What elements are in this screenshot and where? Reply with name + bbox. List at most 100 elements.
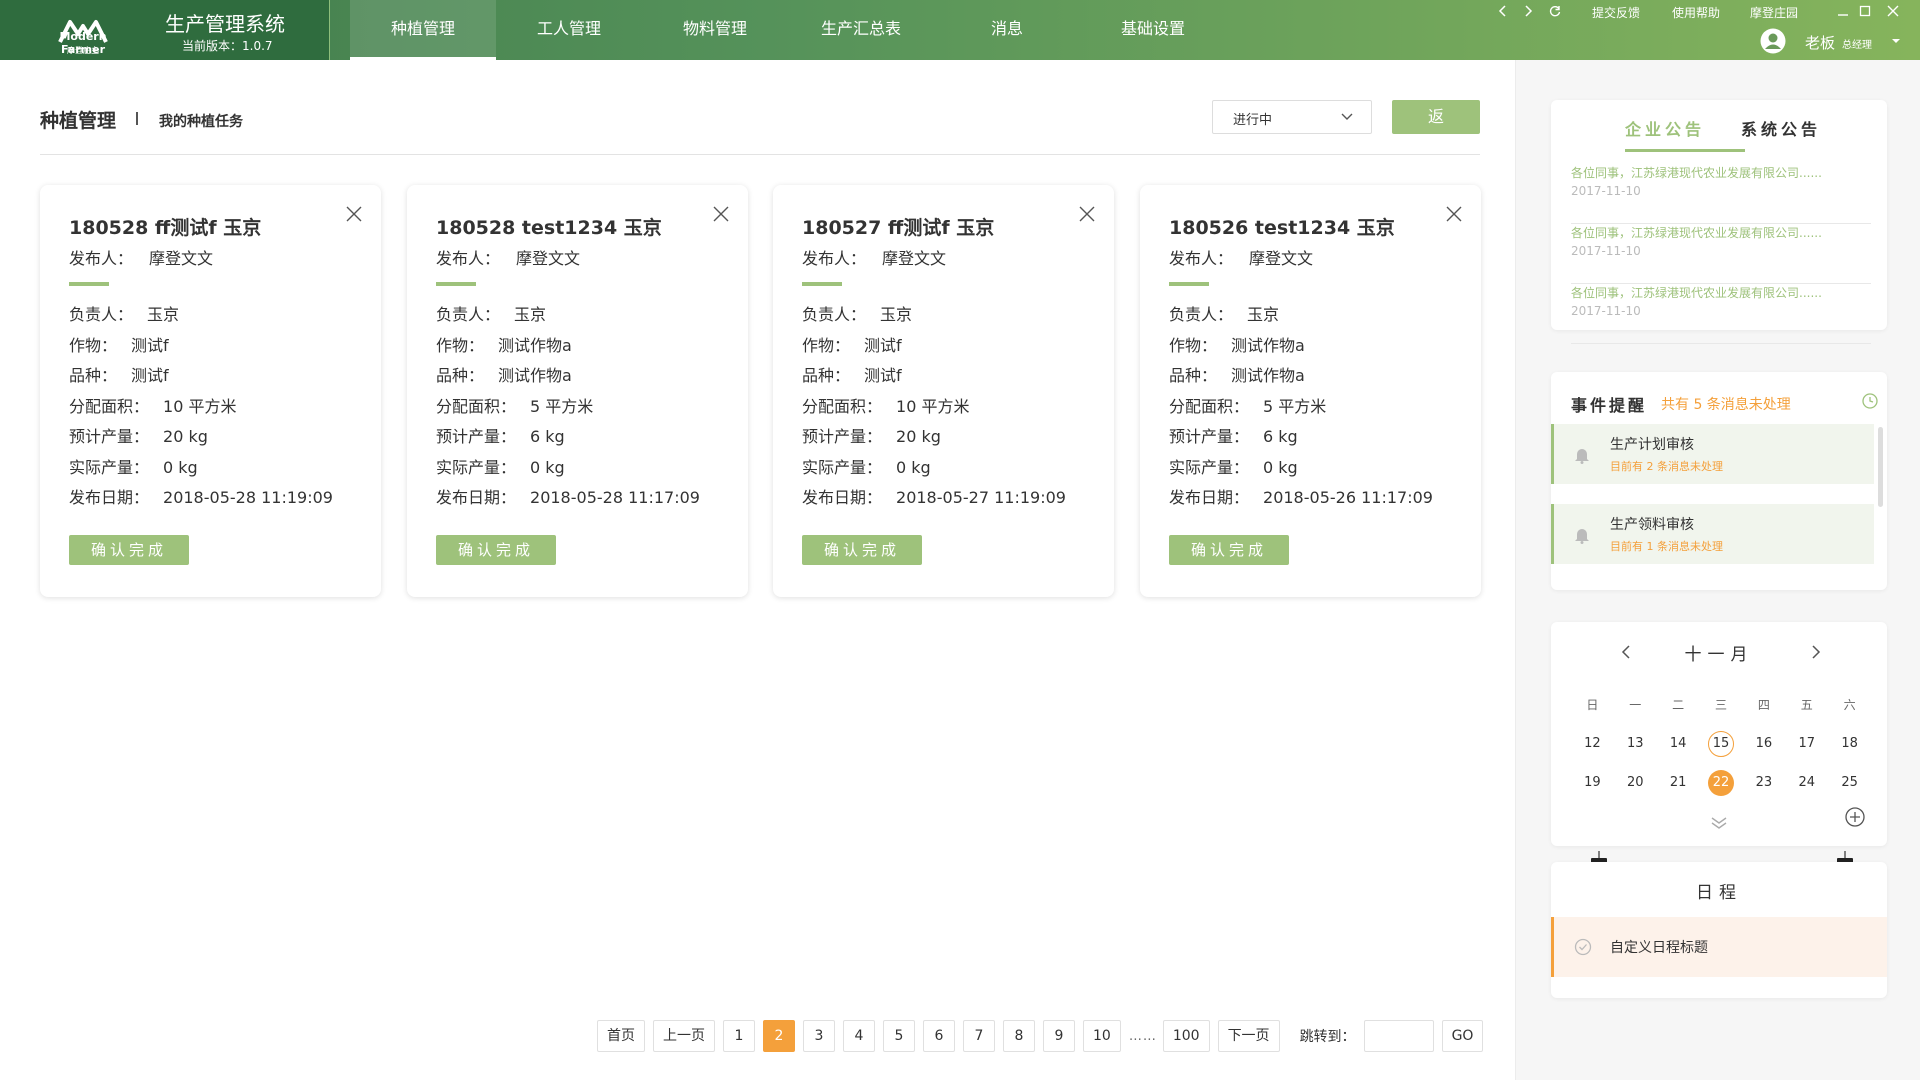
calendar-day[interactable]: 23 — [1742, 775, 1785, 790]
schedule-item[interactable]: 自定义日程标题 — [1551, 917, 1887, 977]
calendar-week-row: 19 20 21 22 23 24 25 — [1571, 763, 1871, 802]
status-filter-select[interactable]: 进行中 — [1212, 100, 1372, 134]
field-expected-yield: 预计产量： 20 kg — [69, 427, 208, 446]
field-expected-yield: 预计产量： 20 kg — [802, 427, 941, 446]
calendar-day[interactable]: 20 — [1614, 775, 1657, 790]
nav-workers[interactable]: 工人管理 — [496, 0, 642, 60]
nav-basic-settings[interactable]: 基础设置 — [1080, 0, 1226, 60]
event-reminder-panel: 事件提醒 共有 5 条消息未处理 生产计划审核 目前有 2 条消息未处理 生产领… — [1551, 372, 1887, 590]
card-title: 180528 ff测试f 玉京 — [69, 217, 262, 239]
calendar-day[interactable]: 18 — [1828, 736, 1871, 751]
page-button-1[interactable]: 1 — [723, 1020, 755, 1052]
add-circle-icon[interactable] — [1845, 807, 1865, 827]
field-crop: 作物： 测试f — [69, 335, 169, 355]
back-button[interactable]: 返 回 — [1392, 100, 1480, 160]
notice-date: 2017-11-10 — [1571, 244, 1641, 258]
calendar-day[interactable]: 19 — [1571, 775, 1614, 790]
notice-date: 2017-11-10 — [1571, 304, 1641, 318]
calendar-day[interactable]: 16 — [1742, 736, 1785, 751]
calendar-day[interactable]: 14 — [1657, 736, 1700, 751]
page-jump-input[interactable] — [1363, 1020, 1434, 1052]
page-button-9[interactable]: 9 — [1043, 1020, 1075, 1052]
weekday: 六 — [1843, 698, 1856, 712]
page-button-5[interactable]: 5 — [883, 1020, 915, 1052]
field-publish-date: 发布日期： 2018-05-26 11:17:09 — [1169, 488, 1433, 507]
nav-production-summary[interactable]: 生产汇总表 — [788, 0, 934, 60]
confirm-complete-button[interactable]: 确认完成 — [436, 535, 556, 565]
publisher-label: 发布人： — [69, 249, 134, 268]
event-item[interactable]: 生产计划审核 目前有 2 条消息未处理 — [1551, 424, 1874, 484]
page-button-6[interactable]: 6 — [923, 1020, 955, 1052]
card-publisher: 发布人： 摩登文文 — [802, 245, 946, 269]
close-icon[interactable] — [1078, 205, 1096, 223]
chevron-right-icon[interactable] — [1809, 644, 1823, 660]
weekday: 二 — [1672, 698, 1685, 712]
app-title: 生产管理系统 — [165, 12, 285, 36]
calendar-day[interactable]: 21 — [1657, 775, 1700, 790]
page-button-10[interactable]: 10 — [1083, 1020, 1121, 1052]
calendar-day-today[interactable]: 15 — [1700, 730, 1743, 757]
user-name[interactable]: 老板 — [1805, 32, 1835, 53]
close-icon[interactable] — [712, 205, 730, 223]
tab-system-notice[interactable]: 系统公告 — [1741, 116, 1821, 140]
user-menu-caret-icon[interactable] — [1890, 36, 1902, 46]
notice-text: 各位同事，江苏绿港现代农业发展有限公司...... — [1571, 166, 1822, 180]
field-crop: 作物： 测试f — [802, 335, 902, 355]
tab-company-notice[interactable]: 企业公告 — [1625, 116, 1745, 152]
user-role: 总经理 — [1842, 40, 1872, 51]
calendar-day[interactable]: 17 — [1785, 736, 1828, 751]
nav-messages[interactable]: 消息 — [934, 0, 1080, 60]
refresh-icon[interactable] — [1548, 4, 1562, 18]
minimize-icon[interactable] — [1836, 4, 1850, 18]
user-avatar-icon[interactable] — [1760, 28, 1786, 54]
help-link[interactable]: 使用帮助 — [1672, 4, 1720, 21]
notice-item[interactable]: 各位同事，江苏绿港现代农业发展有限公司...... 2017-11-10 — [1571, 164, 1871, 224]
calendar-day[interactable]: 12 — [1571, 736, 1614, 751]
calendar-day[interactable]: 24 — [1785, 775, 1828, 790]
calendar-grid: 日 一 二 三 四 五 六 12 13 14 15 16 17 18 19 20… — [1571, 685, 1871, 802]
notice-item[interactable]: 各位同事，江苏绿港现代农业发展有限公司...... 2017-11-10 — [1571, 284, 1871, 344]
schedule-panel: 日程 自定义日程标题 — [1551, 862, 1887, 998]
confirm-complete-button[interactable]: 确认完成 — [1169, 535, 1289, 565]
weekday: 三 — [1715, 698, 1728, 712]
logo-block: Modern Farmer 摩登庄主 生产管理系统 当前版本：1.0.7 — [0, 0, 330, 60]
back-arrow-icon[interactable] — [1496, 4, 1510, 18]
feedback-link[interactable]: 提交反馈 — [1592, 4, 1640, 21]
refresh-icon[interactable] — [1861, 392, 1879, 410]
page-button-7[interactable]: 7 — [963, 1020, 995, 1052]
breadcrumb: 我的种植任务 — [159, 114, 243, 130]
scrollbar[interactable] — [1878, 427, 1883, 507]
page-button-last[interactable]: 100 — [1162, 1020, 1210, 1052]
publisher-value: 摩登文文 — [516, 249, 581, 268]
close-icon[interactable] — [1445, 205, 1463, 223]
page-button-3[interactable]: 3 — [803, 1020, 835, 1052]
notice-item[interactable]: 各位同事，江苏绿港现代农业发展有限公司...... 2017-11-10 — [1571, 224, 1871, 284]
farm-link[interactable]: 摩登庄园 — [1750, 4, 1798, 21]
page-first-button[interactable]: 首页 — [597, 1020, 645, 1052]
calendar-day-selected[interactable]: 22 — [1700, 769, 1743, 796]
check-circle-icon — [1574, 938, 1592, 956]
nav-materials[interactable]: 物料管理 — [642, 0, 788, 60]
event-name: 生产领料审核 — [1610, 517, 1694, 533]
close-icon[interactable] — [345, 205, 363, 223]
page-prev-button[interactable]: 上一页 — [653, 1020, 715, 1052]
page-next-button[interactable]: 下一页 — [1217, 1020, 1280, 1052]
page-go-button[interactable]: GO — [1441, 1020, 1484, 1052]
maximize-icon[interactable] — [1858, 4, 1872, 18]
close-window-icon[interactable] — [1886, 4, 1900, 18]
notice-panel: 企业公告 系统公告 各位同事，江苏绿港现代农业发展有限公司...... 2017… — [1551, 100, 1887, 344]
page-button-4[interactable]: 4 — [843, 1020, 875, 1052]
page-button-8[interactable]: 8 — [1003, 1020, 1035, 1052]
main-nav: 种植管理 工人管理 物料管理 生产汇总表 消息 基础设置 — [350, 0, 1226, 60]
page-button-2[interactable]: 2 — [763, 1020, 795, 1052]
event-item[interactable]: 生产领料审核 目前有 1 条消息未处理 — [1551, 504, 1874, 564]
confirm-complete-button[interactable]: 确认完成 — [802, 535, 922, 565]
nav-planting[interactable]: 种植管理 — [350, 0, 496, 60]
calendar-day[interactable]: 25 — [1828, 775, 1871, 790]
forward-arrow-icon[interactable] — [1521, 4, 1535, 18]
confirm-complete-button[interactable]: 确认完成 — [69, 535, 189, 565]
field-variety: 品种： 测试作物a — [1169, 366, 1305, 385]
chevron-down-icon — [1341, 113, 1353, 120]
calendar-day[interactable]: 13 — [1614, 736, 1657, 751]
double-chevron-down-icon[interactable] — [1709, 816, 1729, 830]
